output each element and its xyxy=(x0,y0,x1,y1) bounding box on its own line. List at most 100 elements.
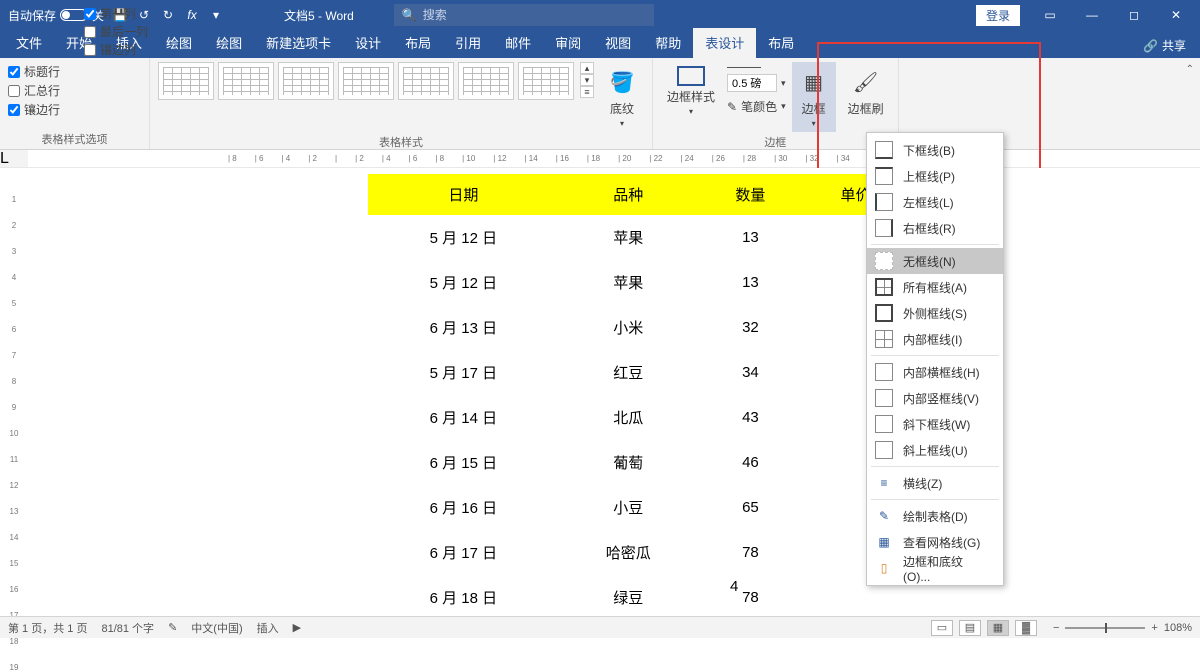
data-table[interactable]: 日期品种数量单价 5 月 12 日苹果135 月 12 日苹果136 月 13 … xyxy=(368,174,908,618)
document-canvas[interactable]: 日期品种数量单价 5 月 12 日苹果135 月 12 日苹果136 月 13 … xyxy=(28,168,1200,618)
zoom-out-icon[interactable]: − xyxy=(1053,622,1059,634)
table-cell[interactable]: 6 月 18 日 xyxy=(368,575,559,618)
table-cell[interactable]: 78 xyxy=(698,530,803,575)
zoom-in-icon[interactable]: + xyxy=(1151,622,1157,634)
dd-left-border[interactable]: 左框线(L) xyxy=(867,189,1003,215)
table-cell[interactable]: 46 xyxy=(698,440,803,485)
search-box[interactable]: 🔍 xyxy=(394,4,654,26)
dd-no-border[interactable]: 无框线(N) xyxy=(867,248,1003,274)
style-thumb[interactable] xyxy=(518,62,574,100)
gallery-down-icon[interactable]: ▾ xyxy=(580,74,594,86)
tab-review[interactable]: 审阅 xyxy=(543,28,593,58)
table-row[interactable]: 5 月 17 日红豆34 xyxy=(368,350,908,395)
table-row[interactable]: 6 月 15 日葡萄46 xyxy=(368,440,908,485)
table-cell[interactable]: 绿豆 xyxy=(559,575,698,618)
table-cell[interactable]: 5 月 12 日 xyxy=(368,215,559,260)
dd-bottom-border[interactable]: 下框线(B) xyxy=(867,137,1003,163)
table-cell[interactable]: 5 月 12 日 xyxy=(368,260,559,305)
collapse-ribbon-icon[interactable]: ⌃ xyxy=(1186,64,1194,75)
table-cell[interactable]: 34 xyxy=(698,350,803,395)
status-lang[interactable]: 中文(中国) xyxy=(191,620,242,636)
dd-outside-borders[interactable]: 外侧框线(S) xyxy=(867,300,1003,326)
table-cell[interactable]: 6 月 17 日 xyxy=(368,530,559,575)
fx-icon[interactable]: fx xyxy=(184,7,200,23)
zoom-value[interactable]: 108% xyxy=(1164,622,1192,634)
table-cell[interactable]: 苹果 xyxy=(559,260,698,305)
table-cell[interactable]: 苹果 xyxy=(559,215,698,260)
tab-draw1[interactable]: 绘图 xyxy=(154,28,204,58)
gallery-up-icon[interactable]: ▴ xyxy=(580,62,594,74)
dd-inside-borders[interactable]: 内部框线(I) xyxy=(867,326,1003,352)
dd-top-border[interactable]: 上框线(P) xyxy=(867,163,1003,189)
dd-hline[interactable]: ≡横线(Z) xyxy=(867,470,1003,496)
view-focus-icon[interactable]: ▭ xyxy=(931,620,953,636)
chk-banded-col[interactable]: 镶边列 xyxy=(84,40,136,59)
style-thumb[interactable] xyxy=(398,62,454,100)
table-header[interactable]: 数量 xyxy=(698,174,803,215)
border-weight-select[interactable]: ▾ xyxy=(727,73,786,93)
minimize-icon[interactable]: — xyxy=(1072,0,1112,30)
dd-borders-shading[interactable]: ▯边框和底纹(O)... xyxy=(867,555,1003,581)
table-row[interactable]: 6 月 16 日小豆65 xyxy=(368,485,908,530)
chk-total-row[interactable]: 汇总行 xyxy=(8,81,141,100)
table-row[interactable]: 6 月 14 日北瓜43 xyxy=(368,395,908,440)
chk-first-col[interactable]: 第一列 xyxy=(84,4,136,23)
table-cell[interactable]: 32 xyxy=(698,305,803,350)
table-row[interactable]: 6 月 13 日小米32 xyxy=(368,305,908,350)
table-cell[interactable]: 红豆 xyxy=(559,350,698,395)
table-row[interactable]: 6 月 17 日哈密瓜78 xyxy=(368,530,908,575)
border-style-button[interactable]: 边框样式 ▾ xyxy=(661,62,721,120)
view-web-icon[interactable]: ▓ xyxy=(1015,620,1037,636)
table-cell[interactable]: 6 月 13 日 xyxy=(368,305,559,350)
table-cell[interactable]: 78 xyxy=(698,575,803,618)
table-cell[interactable]: 小米 xyxy=(559,305,698,350)
search-input[interactable] xyxy=(423,8,646,22)
redo-icon[interactable]: ↻ xyxy=(160,7,176,23)
table-row[interactable]: 5 月 12 日苹果13 xyxy=(368,215,908,260)
tab-file[interactable]: 文件 xyxy=(4,28,54,58)
tab-mail[interactable]: 邮件 xyxy=(493,28,543,58)
tab-newtab[interactable]: 新建选项卡 xyxy=(254,28,343,58)
close-icon[interactable]: ✕ xyxy=(1156,0,1196,30)
border-weight-input[interactable] xyxy=(727,74,777,92)
dd-diag-down[interactable]: 斜下框线(W) xyxy=(867,411,1003,437)
style-thumb[interactable] xyxy=(338,62,394,100)
dd-all-borders[interactable]: 所有框线(A) xyxy=(867,274,1003,300)
status-spellcheck-icon[interactable]: ✎ xyxy=(168,621,177,634)
table-cell[interactable]: 43 xyxy=(698,395,803,440)
border-painter-button[interactable]: 🖌 边框刷 xyxy=(842,62,890,121)
table-cell[interactable]: 北瓜 xyxy=(559,395,698,440)
tab-table-design[interactable]: 表设计 xyxy=(693,28,756,58)
table-style-gallery[interactable]: ▴ ▾ ≡ xyxy=(158,62,594,100)
table-cell[interactable]: 6 月 15 日 xyxy=(368,440,559,485)
chk-banded-row[interactable]: 镶边行 xyxy=(8,100,141,119)
table-cell[interactable]: 葡萄 xyxy=(559,440,698,485)
tab-view[interactable]: 视图 xyxy=(593,28,643,58)
table-cell[interactable]: 6 月 16 日 xyxy=(368,485,559,530)
qat-more-icon[interactable]: ▾ xyxy=(208,7,224,23)
dd-inside-h[interactable]: 内部横框线(H) xyxy=(867,359,1003,385)
dd-right-border[interactable]: 右框线(R) xyxy=(867,215,1003,241)
tab-layout[interactable]: 布局 xyxy=(393,28,443,58)
status-page[interactable]: 第 1 页，共 1 页 xyxy=(8,620,87,636)
tab-help[interactable]: 帮助 xyxy=(643,28,693,58)
dd-diag-up[interactable]: 斜上框线(U) xyxy=(867,437,1003,463)
style-thumb[interactable] xyxy=(278,62,334,100)
undo-icon[interactable]: ↺ xyxy=(136,7,152,23)
status-words[interactable]: 81/81 个字 xyxy=(101,620,154,636)
table-cell[interactable]: 小豆 xyxy=(559,485,698,530)
table-cell[interactable]: 6 月 14 日 xyxy=(368,395,559,440)
tab-design[interactable]: 设计 xyxy=(343,28,393,58)
ruler-horizontal[interactable]: | 8| 6| 4| 2| | 2| 4| 6| 8| 10| 12| 14| … xyxy=(28,150,1200,167)
login-button[interactable]: 登录 xyxy=(976,5,1020,26)
chk-last-col[interactable]: 最后一列 xyxy=(84,22,148,41)
status-mode[interactable]: 插入 xyxy=(257,620,279,636)
zoom-slider[interactable] xyxy=(1065,627,1145,629)
table-cell[interactable]: 13 xyxy=(698,260,803,305)
dd-inside-v[interactable]: 内部竖框线(V) xyxy=(867,385,1003,411)
table-header[interactable]: 品种 xyxy=(559,174,698,215)
tab-table-layout[interactable]: 布局 xyxy=(756,28,806,58)
table-header[interactable]: 日期 xyxy=(368,174,559,215)
table-cell[interactable]: 哈密瓜 xyxy=(559,530,698,575)
table-row[interactable]: 6 月 18 日绿豆78 xyxy=(368,575,908,618)
